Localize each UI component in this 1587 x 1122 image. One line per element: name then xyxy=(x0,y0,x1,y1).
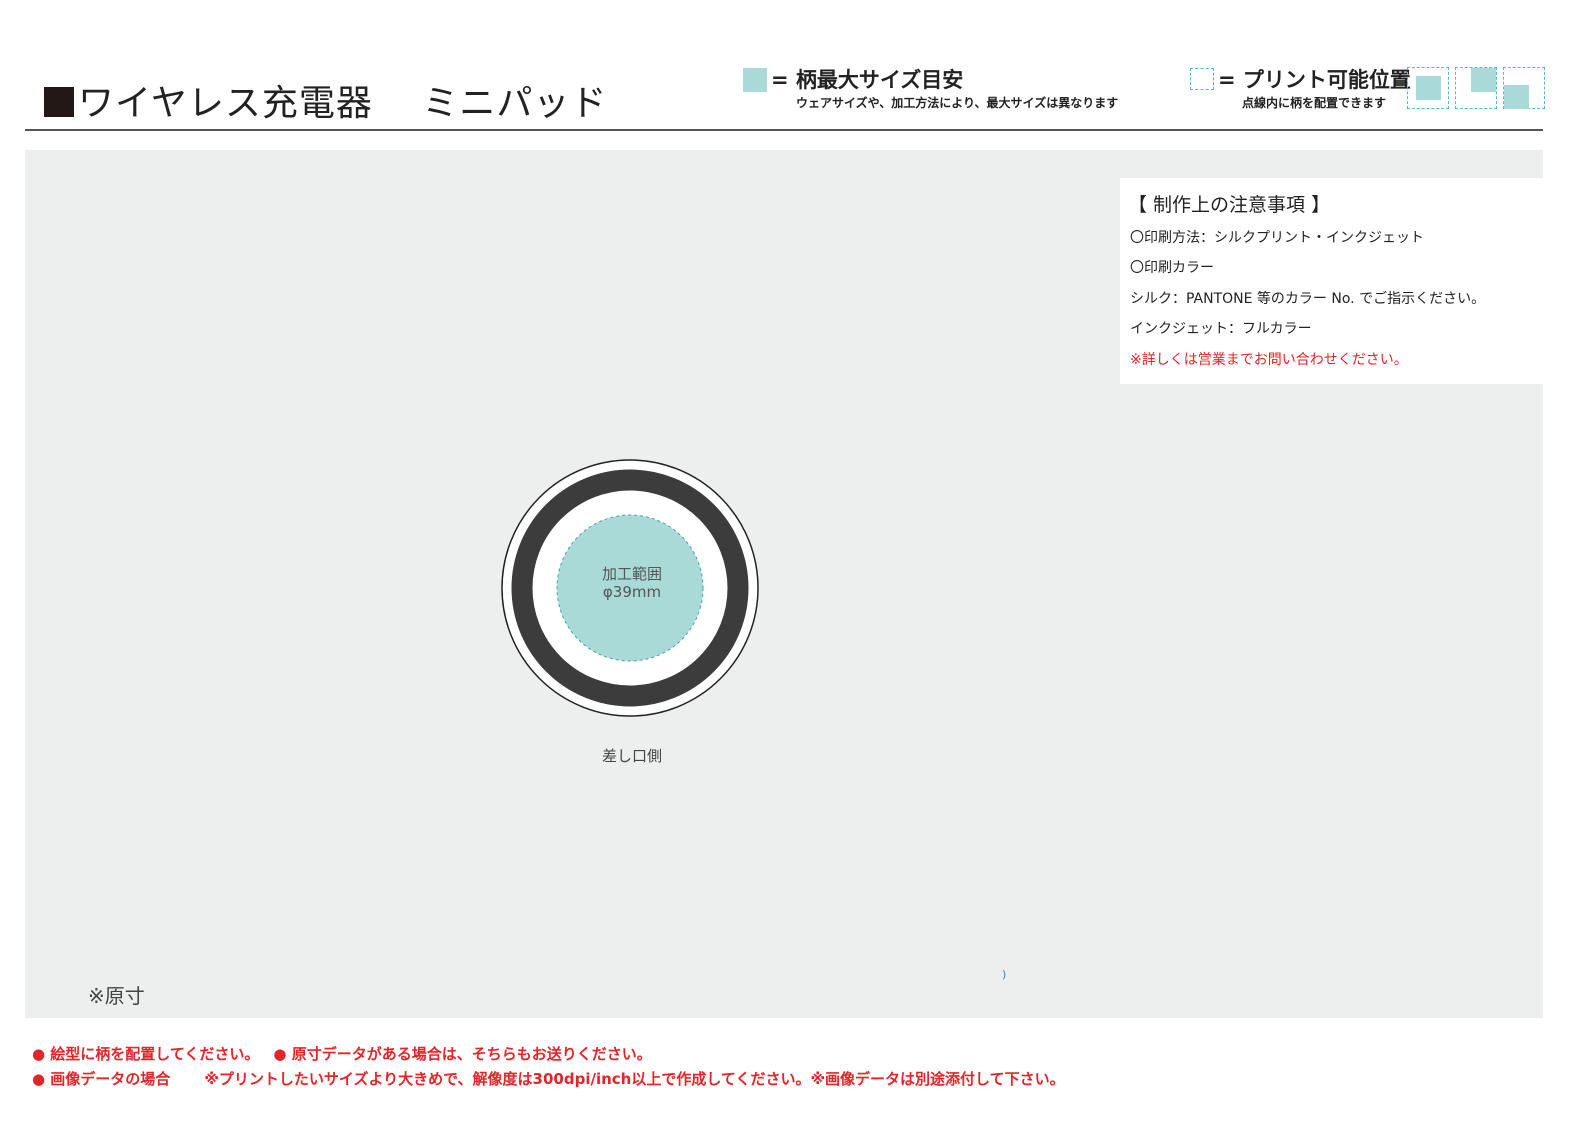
position-example-bottom xyxy=(1503,67,1545,109)
actual-size-note: ※原寸 xyxy=(88,984,145,1008)
note-print-method: 〇印刷方法：シルクプリント・インクジェット xyxy=(1130,230,1424,246)
position-fill xyxy=(1416,76,1441,100)
footer-line-2: ● 画像データの場合 ※プリントしたいサイズより大きめで、解像度は300dpi/i… xyxy=(32,1068,1065,1089)
note-warning: ※詳しくは営業までお問い合わせください。 xyxy=(1130,352,1408,368)
max-size-swatch xyxy=(743,68,767,92)
position-example-top xyxy=(1455,67,1497,109)
note-inkjet: インクジェット：フルカラー xyxy=(1130,321,1312,337)
print-area-legend-label: = プリント可能位置 xyxy=(1218,68,1411,92)
print-area-label: 加工範囲 xyxy=(601,565,662,583)
port-side-label: 差し口側 xyxy=(601,747,662,765)
footer-line-1: ● 絵型に柄を配置してください。 ● 原寸データがある場合は、そちらもお送りくださ… xyxy=(32,1043,652,1064)
header-divider xyxy=(25,129,1543,131)
page-title-text: ワイヤレス充電器 ミニパッド xyxy=(78,83,608,124)
print-area-swatch xyxy=(1190,68,1214,90)
page-title: ワイヤレス充電器 ミニパッド xyxy=(44,74,607,126)
footer-instruction-placement: ● 絵型に柄を配置してください。 xyxy=(32,1045,260,1063)
black-square-icon xyxy=(44,87,74,117)
position-example-center xyxy=(1407,67,1449,109)
print-area-size: φ39mm xyxy=(602,583,662,601)
production-notes-panel: 【 制作上の注意事項 】 〇印刷方法：シルクプリント・インクジェット 〇印刷カラ… xyxy=(1120,178,1545,384)
footer-image-data-instruction: ※プリントしたいサイズより大きめで、解像度は300dpi/inch以上で作成して… xyxy=(204,1070,1065,1088)
print-area-legend-note: 点線内に柄を配置できます xyxy=(1242,96,1387,110)
stray-mark: ) xyxy=(1002,968,1007,981)
footer-image-data-label: ● 画像データの場合 xyxy=(32,1070,171,1088)
position-fill xyxy=(1504,85,1529,109)
footer-instruction-original: ● 原寸データがある場合は、そちらもお送りください。 xyxy=(273,1045,652,1063)
notes-title: 【 制作上の注意事項 】 xyxy=(1128,194,1331,216)
position-fill xyxy=(1471,68,1496,92)
note-silk: シルク：PANTONE 等のカラー No. でご指示ください。 xyxy=(1130,291,1486,307)
max-size-legend-label: = 柄最大サイズ目安 xyxy=(771,68,964,92)
max-size-legend-note: ウェアサイズや、加工方法により、最大サイズは異なります xyxy=(796,96,1119,110)
note-print-color: 〇印刷カラー xyxy=(1130,260,1214,276)
